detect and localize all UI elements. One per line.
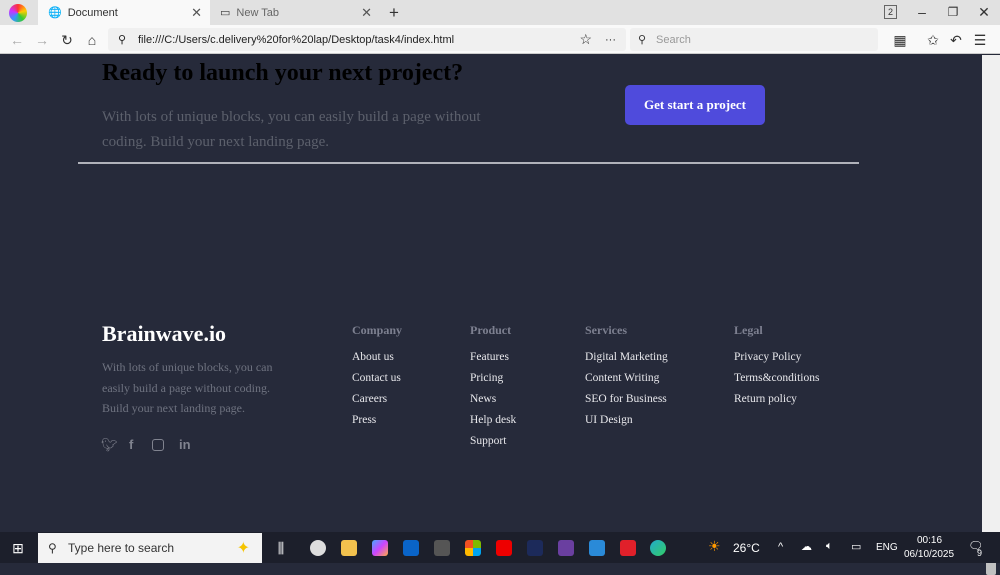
visual-studio-icon[interactable] [558,540,574,556]
footer-link[interactable]: Content Writing [585,372,668,393]
cta-text: With lots of unique blocks, you can easi… [102,109,481,150]
search-box[interactable]: ⚲ Search [630,28,878,51]
copilot-icon[interactable] [372,540,388,556]
footer-link[interactable]: Digital Marketing [585,351,668,372]
tab-new-tab[interactable]: ▭ New Tab ✕ [210,0,380,25]
footer-link[interactable]: Contact us [352,372,402,393]
footer-brand: Brainwave.io [102,321,227,346]
volume-icon[interactable]: 🔈︎ [826,540,833,553]
scrollbar[interactable] [982,55,1000,575]
footer-link[interactable]: Terms&conditions [734,372,819,393]
footer-column-legal: Legal Privacy Policy Terms&conditions Retu… [734,323,819,414]
clock-date[interactable]: 06/10/2025 [904,549,954,560]
footer-link[interactable]: UI Design [585,414,668,435]
footer-link[interactable]: Support [470,435,516,456]
onedrive-icon[interactable]: ☁ [801,540,812,553]
m-app-icon[interactable] [434,540,450,556]
facebook-icon[interactable]: f [129,437,133,452]
page-content: Ready to launch your next project? With … [0,55,982,532]
youtube-icon[interactable] [496,540,512,556]
battery-icon[interactable]: ▭ [851,540,861,553]
footer-link[interactable]: Help desk [470,414,516,435]
edge-icon[interactable] [650,540,666,556]
back-icon[interactable]: ← [8,31,26,49]
favorites-icon[interactable]: ✩ [924,31,942,49]
tab-document[interactable]: 🌐 Document ✕ [38,0,210,25]
footer-link[interactable]: Return policy [734,393,819,414]
outlook-icon[interactable] [403,540,419,556]
footer-link[interactable]: About us [352,351,402,372]
reload-icon[interactable]: ↻ [58,31,76,49]
menu-icon[interactable]: ☰ [971,31,989,49]
footer-link[interactable]: Careers [352,393,402,414]
footer-link[interactable]: SEO for Business [585,393,668,414]
footer-link[interactable]: Features [470,351,516,372]
windows-start-icon[interactable]: ⊞ [10,540,26,556]
forward-icon[interactable]: → [33,31,51,49]
footer-link[interactable]: News [470,393,516,414]
chrome-app-icon[interactable] [310,540,326,556]
task-view-icon[interactable]: ⫼ [273,540,289,556]
sparkle-icon: ✦ [236,540,250,557]
get-started-button[interactable]: Get start a project [625,85,765,125]
maximize-button[interactable]: ❐ [943,3,963,21]
weather-icon[interactable]: ☀ [708,538,721,555]
footer-link[interactable]: Pricing [470,372,516,393]
newtab-icon: ▭ [220,7,231,19]
footer-link[interactable]: Press [352,414,402,435]
globe-icon: 🌐 [48,7,62,19]
close-tab-icon[interactable]: ✕ [361,5,372,21]
wps-icon[interactable] [620,540,636,556]
search-icon: ⚲ [118,34,127,46]
tab-count-button[interactable]: 2 [884,5,897,19]
vscode-icon[interactable] [589,540,605,556]
footer-column-product: Product Features Pricing News Help desk Supp… [470,323,516,456]
language-indicator[interactable]: ENG [876,542,898,553]
footer-column-services: Services Digital Marketing Content Writin… [585,323,668,435]
close-tab-icon[interactable]: ✕ [191,5,202,21]
search-icon: ⚲ [638,34,647,46]
nav-bar: ← → ↻ ⌂ ⚲ file:///C:/Users/c.delivery%20f… [0,25,1000,54]
minimize-button[interactable]: – [912,3,932,21]
weather-temp[interactable]: 26°C [733,541,760,555]
bookmark-star-icon[interactable]: ☆ [579,31,592,48]
browser-logo-icon [9,4,27,22]
footer-description: With lots of unique blocks, you can easi… [102,360,273,415]
more-icon[interactable]: ··· [605,34,616,46]
app-icon[interactable] [527,540,543,556]
cta-heading: Ready to launch your next project? [102,60,464,86]
tray-chevron-icon[interactable]: ^ [778,541,783,553]
file-explorer-icon[interactable] [341,540,357,556]
address-bar[interactable]: ⚲ file:///C:/Users/c.delivery%20for%20lap… [108,28,626,51]
search-icon: ⚲ [48,541,57,555]
linkedin-icon[interactable]: in [179,437,191,452]
close-window-button[interactable]: ✕ [974,3,994,21]
microsoft-store-icon[interactable] [465,540,481,556]
grid-icon[interactable]: ▦ [891,31,909,49]
home-icon[interactable]: ⌂ [83,31,101,49]
clock-time[interactable]: 00:16 [917,535,942,546]
footer-column-company: Company About us Contact us Careers Press [352,323,402,435]
taskbar-search[interactable]: ⚲ Type here to search ✦ [38,533,262,563]
instagram-icon[interactable] [152,439,164,451]
notification-count: 9 [977,548,983,558]
taskbar: ⊞ ⚲ Type here to search ✦ ⫼ ☀ 26°C ^ ☁ 🔈︎ … [0,532,1000,563]
new-tab-button[interactable]: + [384,3,404,23]
footer-link[interactable]: Privacy Policy [734,351,819,372]
divider [78,162,859,164]
twitter-icon[interactable]: 🐦︎ [101,437,118,453]
undo-icon[interactable]: ↶ [947,31,965,49]
tab-bar: 🌐 Document ✕ ▭ New Tab ✕ + 2 – ❐ ✕ [0,0,1000,25]
